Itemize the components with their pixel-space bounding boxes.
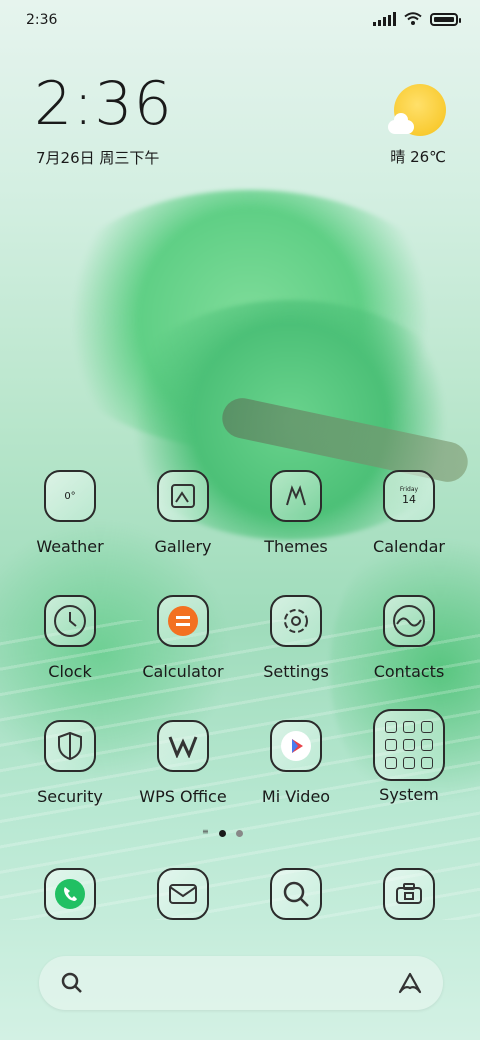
phone-icon bbox=[44, 868, 96, 920]
dock-camera[interactable] bbox=[354, 868, 464, 920]
clock-widget-date[interactable]: 7月26日 周三下午 bbox=[36, 147, 159, 168]
weather-icon: 0° bbox=[44, 470, 96, 522]
app-label: Contacts bbox=[373, 662, 445, 681]
search-icon bbox=[61, 972, 82, 993]
weather-icon-temp: 0° bbox=[64, 490, 76, 502]
mi-video-icon bbox=[270, 720, 322, 772]
clock-icon bbox=[44, 595, 96, 647]
page-indicator[interactable]: ≡ bbox=[202, 827, 243, 837]
page-dot-active bbox=[219, 830, 226, 837]
camera-icon bbox=[383, 868, 435, 920]
app-label: WPS Office bbox=[139, 787, 227, 806]
calendar-icon-day: Friday bbox=[399, 486, 419, 493]
app-clock[interactable]: Clock bbox=[15, 595, 125, 681]
dock-browser[interactable] bbox=[241, 868, 351, 920]
app-weather[interactable]: 0° Weather bbox=[15, 470, 125, 556]
search-browser-icon bbox=[270, 868, 322, 920]
battery-icon bbox=[430, 12, 461, 26]
app-themes[interactable]: Themes bbox=[241, 470, 351, 556]
status-bar: 2:36 bbox=[0, 0, 480, 42]
app-label: Gallery bbox=[154, 537, 212, 556]
themes-icon bbox=[270, 470, 322, 522]
app-security[interactable]: Security bbox=[15, 720, 125, 806]
wifi-icon bbox=[404, 12, 422, 25]
app-label: Clock bbox=[48, 662, 92, 681]
security-shield-icon bbox=[44, 720, 96, 772]
assistant-icon[interactable] bbox=[397, 970, 423, 996]
app-mi-video[interactable]: Mi Video bbox=[241, 720, 351, 806]
dock-messages[interactable] bbox=[128, 868, 238, 920]
app-system-folder[interactable]: System bbox=[354, 709, 464, 804]
search-bar[interactable] bbox=[39, 956, 443, 1010]
calendar-icon: Friday 14 bbox=[383, 470, 435, 522]
app-label: Themes bbox=[264, 537, 328, 556]
settings-icon bbox=[270, 595, 322, 647]
messages-icon bbox=[157, 868, 209, 920]
app-label: System bbox=[379, 785, 439, 804]
dock-phone[interactable] bbox=[15, 868, 125, 920]
app-label: Mi Video bbox=[261, 787, 331, 806]
app-label: Calculator bbox=[142, 662, 224, 681]
signal-icon bbox=[373, 12, 396, 26]
page-dot bbox=[236, 830, 243, 837]
contacts-icon bbox=[383, 595, 435, 647]
app-contacts[interactable]: Contacts bbox=[354, 595, 464, 681]
app-label: Settings bbox=[263, 662, 329, 681]
app-settings[interactable]: Settings bbox=[241, 595, 351, 681]
app-label: Weather bbox=[36, 537, 104, 556]
weather-widget[interactable]: 晴 26℃ bbox=[350, 84, 446, 166]
app-label: Calendar bbox=[373, 537, 445, 556]
app-calculator[interactable]: Calculator bbox=[128, 595, 238, 681]
clock-widget-time[interactable]: 2:36 bbox=[34, 74, 173, 134]
gallery-icon bbox=[157, 470, 209, 522]
folder-icon bbox=[373, 709, 445, 781]
app-label: Security bbox=[37, 787, 103, 806]
weather-summary: 晴 26℃ bbox=[390, 148, 446, 166]
calculator-icon bbox=[157, 595, 209, 647]
app-gallery[interactable]: Gallery bbox=[128, 470, 238, 556]
sunny-cloud-icon bbox=[388, 84, 446, 136]
status-time: 2:36 bbox=[26, 12, 58, 28]
app-calendar[interactable]: Friday 14 Calendar bbox=[354, 470, 464, 556]
app-wps-office[interactable]: WPS Office bbox=[128, 720, 238, 806]
wps-office-icon bbox=[157, 720, 209, 772]
page-list-icon: ≡ bbox=[202, 827, 209, 836]
calendar-icon-date: 14 bbox=[402, 493, 416, 506]
